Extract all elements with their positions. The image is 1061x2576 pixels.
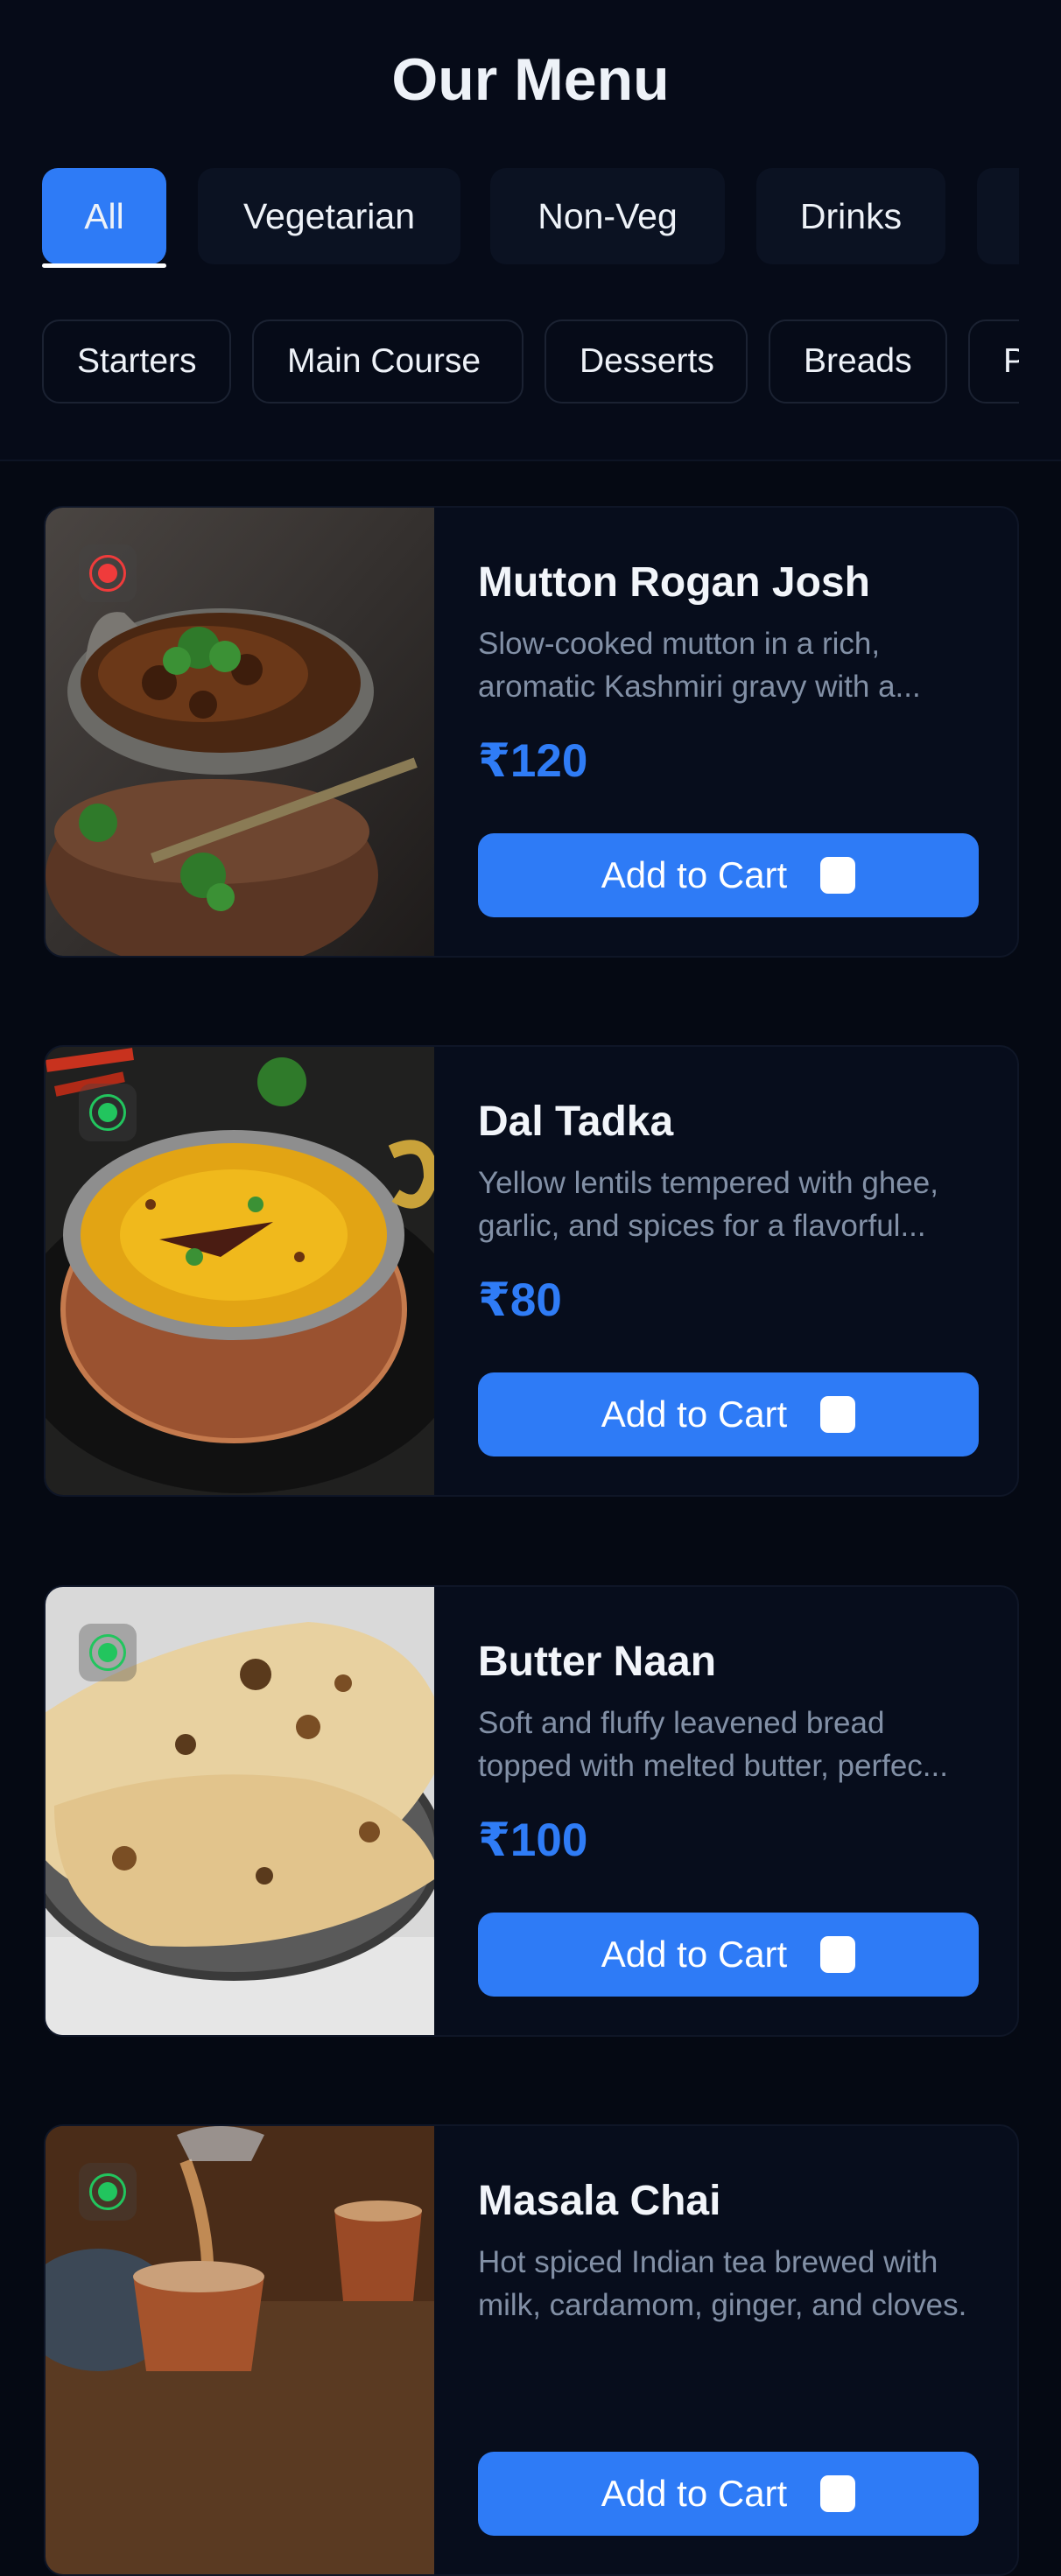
dish-name: Masala Chai <box>478 2178 721 2224</box>
add-to-cart-button[interactable]: Add to Cart <box>478 1913 979 1997</box>
dish-name: Mutton Rogan Josh <box>478 559 870 606</box>
veg-indicator-icon <box>79 1084 137 1141</box>
shopping-bag-icon <box>820 2475 856 2512</box>
add-to-cart-button[interactable]: Add to Cart <box>478 2452 979 2536</box>
category-chip-main-course[interactable]: Main Course <box>252 319 523 404</box>
dish-description: Hot spiced Indian tea brewed with milk, c… <box>478 2245 967 2322</box>
dish-name: Dal Tadka <box>478 1098 674 1145</box>
menu-item-card: Mutton Rogan Josh Slow-cooked mutton in … <box>44 506 1019 958</box>
shopping-bag-icon <box>820 857 856 894</box>
dish-description: Soft and fluffy leavened bread topped wit… <box>478 1706 948 1783</box>
filter-tab-all[interactable]: All <box>42 168 166 268</box>
menu-item-info: Butter Naan Soft and fluffy leavened bre… <box>478 1587 975 1867</box>
add-to-cart-button[interactable]: Add to Cart <box>478 833 979 917</box>
filter-tab-non-veg[interactable]: Non-Veg <box>490 168 725 264</box>
menu-item-info: Mutton Rogan Josh Slow-cooked mutton in … <box>478 508 975 788</box>
dish-price: ₹120 <box>478 735 588 787</box>
filter-tab-more[interactable] <box>977 168 1019 264</box>
menu-item-info: Masala Chai Hot spiced Indian tea brewed… <box>478 2126 975 2353</box>
menu-item-card: Masala Chai Hot spiced Indian tea brewed… <box>44 2124 1019 2576</box>
filter-tab-vegetarian[interactable]: Vegetarian <box>198 168 460 264</box>
dish-description: Slow-cooked mutton in a rich, aromatic Ka… <box>478 627 921 704</box>
dish-description: Yellow lentils tempered with ghee, garlic… <box>478 1166 938 1243</box>
veg-indicator-icon <box>79 2163 137 2221</box>
dish-price: ₹100 <box>478 1814 588 1866</box>
menu-item-card: Dal Tadka Yellow lentils tempered with g… <box>44 1045 1019 1497</box>
category-chip-partial[interactable]: P <box>968 319 1019 404</box>
shopping-bag-icon <box>820 1396 856 1433</box>
shopping-bag-icon <box>820 1936 856 1973</box>
add-to-cart-button[interactable]: Add to Cart <box>478 1372 979 1456</box>
menu-item-info: Dal Tadka Yellow lentils tempered with g… <box>478 1047 975 1327</box>
dish-price: ₹80 <box>478 1274 562 1326</box>
filter-tab-drinks[interactable]: Drinks <box>756 168 945 264</box>
veg-indicator-icon <box>79 1624 137 1681</box>
menu-item-card: Butter Naan Soft and fluffy leavened bre… <box>44 1585 1019 2037</box>
dish-name: Butter Naan <box>478 1639 717 1685</box>
category-filter-chips: Starters Main Course Desserts Breads P <box>42 318 1019 409</box>
type-filter-tabs: All Vegetarian Non-Veg Drinks <box>42 166 1019 271</box>
category-chip-desserts[interactable]: Desserts <box>545 319 748 404</box>
menu-header: Our Menu All Vegetarian Non-Veg Drinks S… <box>0 0 1061 461</box>
category-chip-breads[interactable]: Breads <box>769 319 947 404</box>
page-title: Our Menu <box>391 46 670 113</box>
non-veg-indicator-icon <box>79 544 137 602</box>
category-chip-starters[interactable]: Starters <box>42 319 231 404</box>
